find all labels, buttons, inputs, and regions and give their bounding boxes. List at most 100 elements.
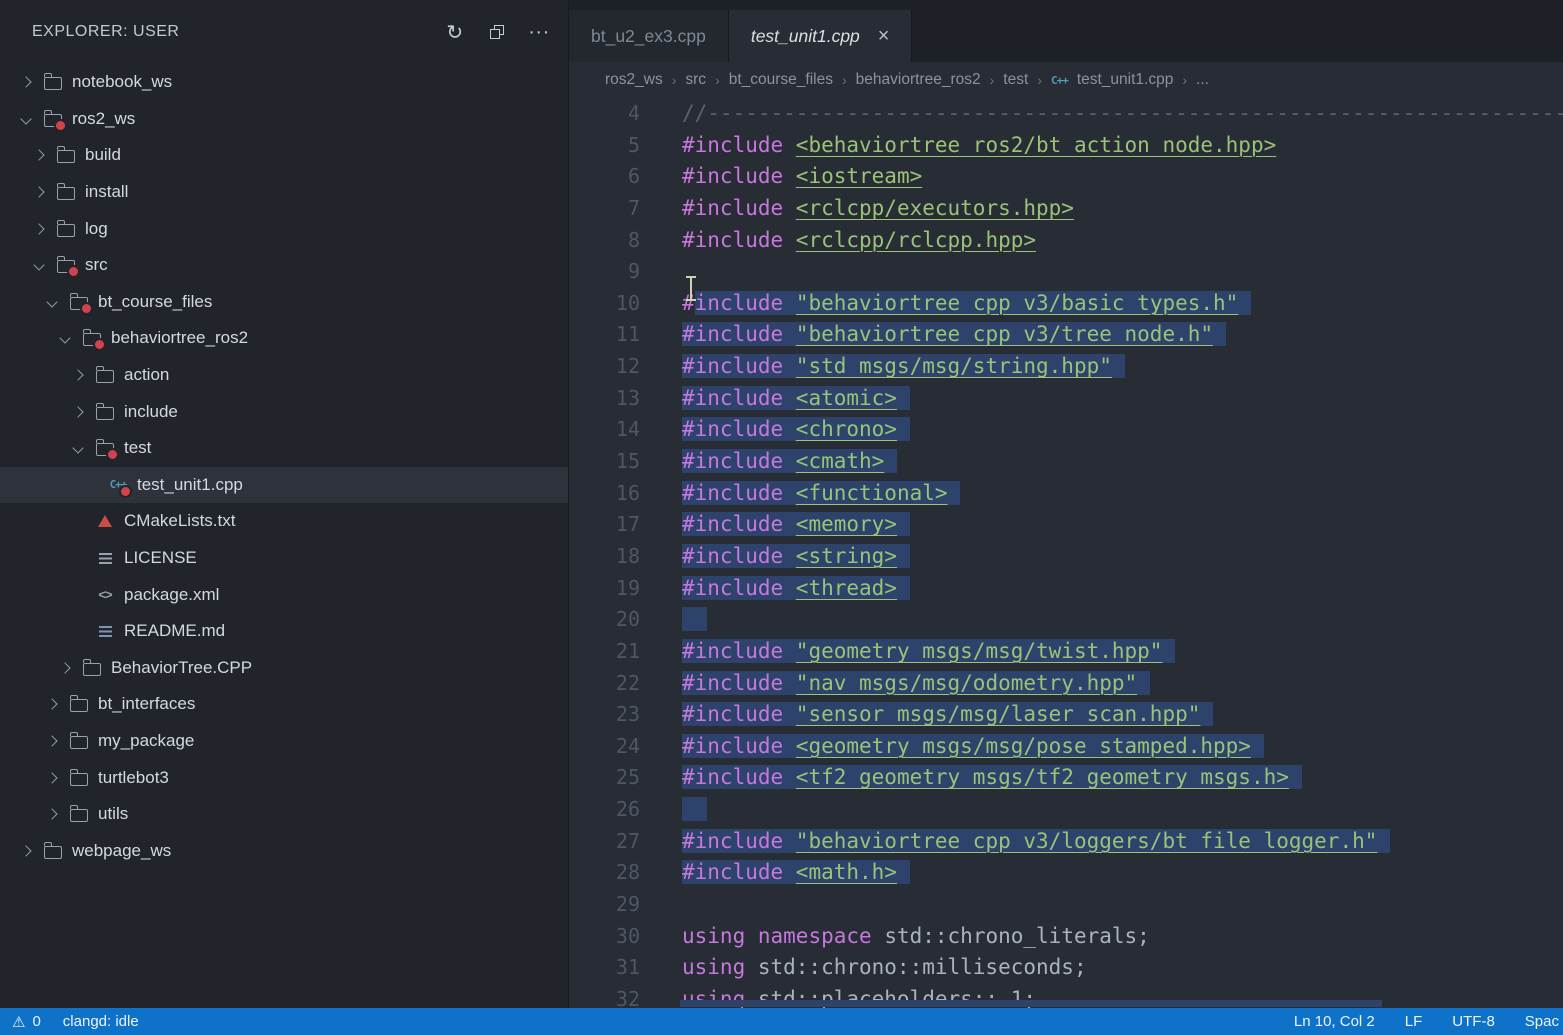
code-line[interactable]: 7#include <rclcpp/executors.hpp> <box>569 193 1563 225</box>
tree-item-notebook_ws[interactable]: notebook_ws <box>0 64 568 101</box>
tree-item-src[interactable]: src <box>0 247 568 284</box>
tree-item-package.xml[interactable]: <>package.xml <box>0 576 568 613</box>
chevron-right-icon <box>31 184 47 200</box>
encoding-indicator[interactable]: UTF-8 <box>1452 1013 1495 1030</box>
clangd-status[interactable]: clangd: idle <box>63 1013 139 1030</box>
tree-item-CMakeLists.txt[interactable]: CMakeLists.txt <box>0 503 568 540</box>
tree-item-webpage_ws[interactable]: webpage_ws <box>0 832 568 869</box>
code-line[interactable]: 21#include "geometry_msgs/msg/twist.hpp" <box>569 636 1563 668</box>
refresh-button[interactable]: ↻ <box>440 17 470 47</box>
line-number: 11 <box>569 319 640 351</box>
breadcrumb-item-...[interactable]: ... <box>1196 71 1209 89</box>
tree-item-label: action <box>124 365 169 385</box>
tree-item-test[interactable]: test <box>0 430 568 467</box>
code-editor[interactable]: 4//-------------------------------------… <box>569 98 1563 1008</box>
tree-item-label: ros2_ws <box>72 109 135 129</box>
code-line[interactable]: 17#include <memory> <box>569 509 1563 541</box>
tab-test_unit1.cpp[interactable]: test_unit1.cpp× <box>729 10 913 62</box>
breadcrumb-item-ros2_ws[interactable]: ros2_ws <box>605 71 663 89</box>
tree-item-turtlebot3[interactable]: turtlebot3 <box>0 759 568 796</box>
tree-item-label: build <box>85 145 121 165</box>
modified-badge <box>93 338 106 351</box>
collapse-folders-button[interactable] <box>482 17 512 47</box>
problems-indicator[interactable]: ⚠ 0 <box>12 1013 41 1031</box>
tree-item-build[interactable]: build <box>0 137 568 174</box>
code-line[interactable]: 11 #include "behaviortree_cpp_v3/tree_nod… <box>569 319 1563 351</box>
more-actions-button[interactable]: ··· <box>524 17 554 47</box>
modified-badge <box>80 302 93 315</box>
folder-icon <box>82 329 102 347</box>
chevron-separator-icon: › <box>842 72 847 88</box>
code-line[interactable]: 10#include "behaviortree_cpp_v3/basic_ty… <box>569 288 1563 320</box>
code-line[interactable]: 5#include <behaviortree_ros2/bt_action_n… <box>569 130 1563 162</box>
code-line[interactable]: 9 <box>569 256 1563 288</box>
code-line[interactable]: 22#include "nav_msgs/msg/odometry.hpp" <box>569 668 1563 700</box>
code-line[interactable]: 12#include "std_msgs/msg/string.hpp" <box>569 351 1563 383</box>
tree-item-install[interactable]: install <box>0 174 568 211</box>
chevron-spacer <box>70 550 86 566</box>
breadcrumb-item-behaviortree_ros2[interactable]: behaviortree_ros2 <box>856 71 981 89</box>
selection-highlight: #include <atomic> <box>682 386 910 410</box>
code-line[interactable]: 26 <box>569 794 1563 826</box>
code-line[interactable]: 4//-------------------------------------… <box>569 98 1563 130</box>
selection-highlight: #include <cmath> <box>682 449 897 473</box>
tree-item-README.md[interactable]: README.md <box>0 613 568 650</box>
code-line[interactable]: 14#include <chrono> <box>569 414 1563 446</box>
code-line[interactable]: 27#include "behaviortree_cpp_v3/loggers/… <box>569 826 1563 858</box>
line-number: 19 <box>569 573 640 605</box>
tree-item-include[interactable]: include <box>0 393 568 430</box>
selection-highlight: #include <geometry_msgs/msg/pose_stamped… <box>682 734 1264 758</box>
tree-item-ros2_ws[interactable]: ros2_ws <box>0 101 568 138</box>
code-line[interactable]: 18#include <string> <box>569 541 1563 573</box>
code-line[interactable]: 31using std::chrono::milliseconds; <box>569 952 1563 984</box>
code-line[interactable]: 6#include <iostream> <box>569 161 1563 193</box>
tree-item-LICENSE[interactable]: LICENSE <box>0 540 568 577</box>
tree-item-my_package[interactable]: my_package <box>0 723 568 760</box>
selection-highlight: #include "behaviortree_cpp_v3/tree_node.… <box>682 322 1226 346</box>
code-line[interactable]: 30using namespace std::chrono_literals; <box>569 921 1563 953</box>
code-line[interactable]: 15 #include <cmath> <box>569 446 1563 478</box>
tab-bt_u2_ex3.cpp[interactable]: bt_u2_ex3.cpp <box>569 10 729 62</box>
tree-item-utils[interactable]: utils <box>0 796 568 833</box>
code-line[interactable]: 16#include <functional> <box>569 478 1563 510</box>
line-number: 5 <box>569 130 640 162</box>
status-bar-right: Ln 10, Col 2 LF UTF-8 Spac <box>1294 1013 1563 1030</box>
chevron-separator-icon: › <box>715 72 720 88</box>
line-number: 15 <box>569 446 640 478</box>
breadcrumb-item-test_unit1.cpp[interactable]: test_unit1.cpp <box>1077 71 1174 89</box>
tree-item-label: src <box>85 255 108 275</box>
breadcrumb-item-bt_course_files[interactable]: bt_course_files <box>729 71 833 89</box>
tree-item-test_unit1.cpp[interactable]: C++test_unit1.cpp <box>0 467 568 504</box>
code-line[interactable]: 24#include <geometry_msgs/msg/pose_stamp… <box>569 731 1563 763</box>
modified-badge <box>67 265 80 278</box>
tree-item-label: bt_interfaces <box>98 694 195 714</box>
tree-item-action[interactable]: action <box>0 357 568 394</box>
code-line[interactable]: 13#include <atomic> <box>569 383 1563 415</box>
collapse-folders-icon <box>490 25 504 39</box>
code-line[interactable]: 25#include <tf2_geometry_msgs/tf2_geomet… <box>569 762 1563 794</box>
tree-item-bt_interfaces[interactable]: bt_interfaces <box>0 686 568 723</box>
tree-item-label: turtlebot3 <box>98 768 169 788</box>
cursor-position-indicator[interactable]: Ln 10, Col 2 <box>1294 1013 1375 1030</box>
tree-item-behaviortree_ros2[interactable]: behaviortree_ros2 <box>0 320 568 357</box>
code-line[interactable]: 29 <box>569 889 1563 921</box>
horizontal-scrollbar[interactable] <box>680 1000 1382 1007</box>
close-icon[interactable]: × <box>878 26 890 46</box>
code-line[interactable]: 28#include <math.h> <box>569 857 1563 889</box>
breadcrumb-item-test[interactable]: test <box>1003 71 1028 89</box>
breadcrumb: ros2_ws›src›bt_course_files›behaviortree… <box>569 62 1563 98</box>
code-line[interactable]: 8#include <rclcpp/rclcpp.hpp> <box>569 225 1563 257</box>
indentation-indicator[interactable]: Spac <box>1525 1013 1559 1030</box>
code-line[interactable]: 20 <box>569 604 1563 636</box>
eol-indicator[interactable]: LF <box>1405 1013 1423 1030</box>
tree-item-bt_course_files[interactable]: bt_course_files <box>0 284 568 321</box>
code-line[interactable]: 23#include "sensor_msgs/msg/laser_scan.h… <box>569 699 1563 731</box>
breadcrumb-item-src[interactable]: src <box>685 71 706 89</box>
tree-item-log[interactable]: log <box>0 210 568 247</box>
line-number: 27 <box>569 826 640 858</box>
chevron-down-icon <box>31 257 47 273</box>
editor-group: bt_u2_ex3.cpptest_unit1.cpp× ros2_ws›src… <box>569 0 1563 1008</box>
folder-icon <box>82 659 102 677</box>
tree-item-BehaviorTree.CPP[interactable]: BehaviorTree.CPP <box>0 650 568 687</box>
code-line[interactable]: 19#include <thread> <box>569 573 1563 605</box>
